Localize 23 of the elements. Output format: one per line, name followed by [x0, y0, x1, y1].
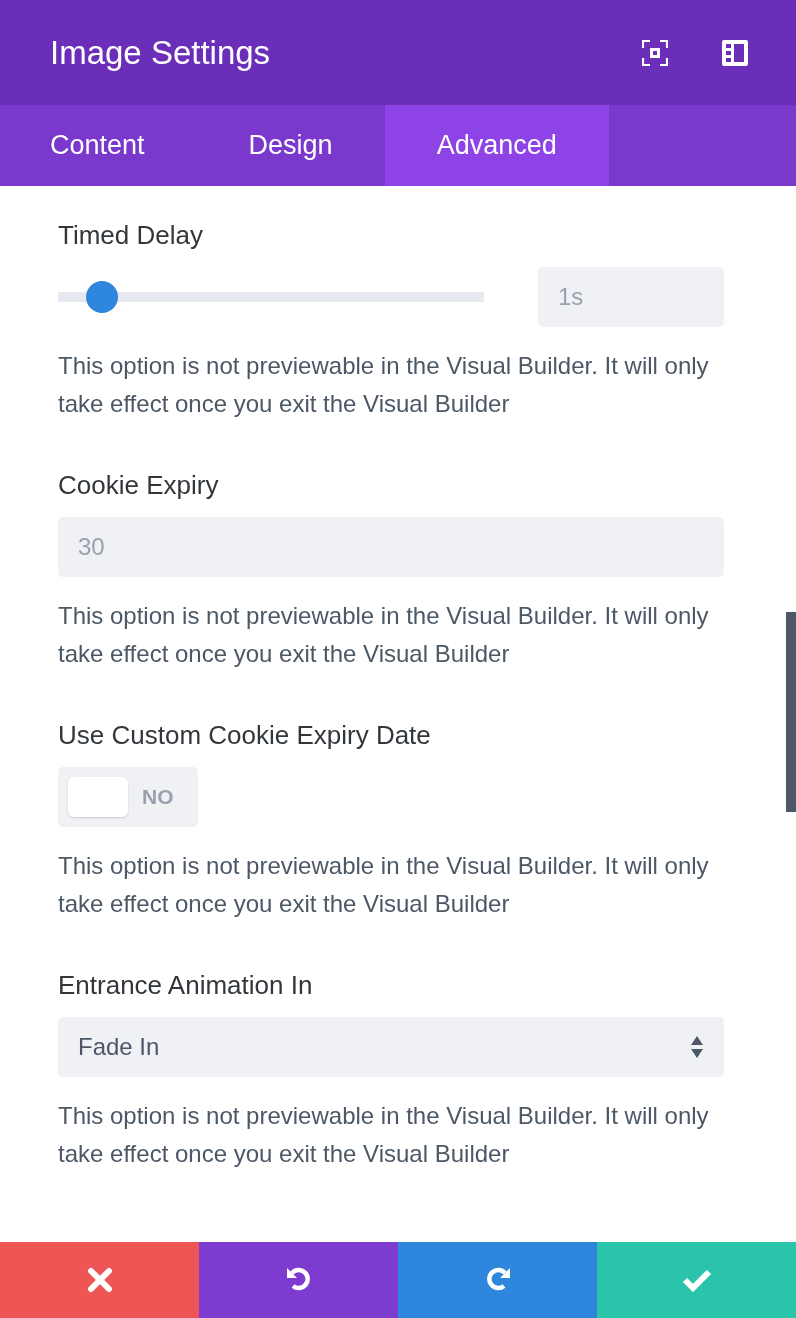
close-icon [86, 1267, 113, 1293]
tab[interactable]: Content [0, 105, 197, 186]
setting-label: Entrance Animation In [58, 969, 313, 1002]
setting-label: Use Custom Cookie Expiry Date [58, 719, 431, 752]
help-text: This option is not previewable in the Visual Builder. It will only take effect once you exit the Visual Builder [58, 351, 710, 419]
input-field[interactable]: 30 [58, 517, 724, 577]
tab[interactable]: Design [196, 105, 385, 186]
window-title: Image Settings [50, 33, 271, 72]
sidebar-icon[interactable] [722, 39, 748, 66]
tab[interactable]: Advanced [384, 105, 609, 186]
help-text: This option is not previewable in the Visual Builder. It will only take effect once you exit the Visual Builder [58, 601, 710, 669]
value-field[interactable]: 1s [538, 267, 724, 327]
sort-arrows-icon [690, 1035, 704, 1059]
checkmark-icon [681, 1268, 712, 1292]
help-text: This option is not previewable in the Visual Builder. It will only take effect once you exit the Visual Builder [58, 1101, 710, 1169]
slider-thumb[interactable] [85, 281, 118, 313]
cancel-button[interactable] [0, 1242, 199, 1318]
focus-icon[interactable] [642, 39, 668, 66]
help-text: This option is not previewable in the Visual Builder. It will only take effect once you exit the Visual Builder [58, 851, 710, 919]
scrollbar[interactable] [786, 612, 796, 812]
setting-label: Cookie Expiry [58, 469, 219, 502]
setting-label: Timed Delay [58, 219, 203, 252]
select-field[interactable]: Fade In [58, 1017, 724, 1077]
